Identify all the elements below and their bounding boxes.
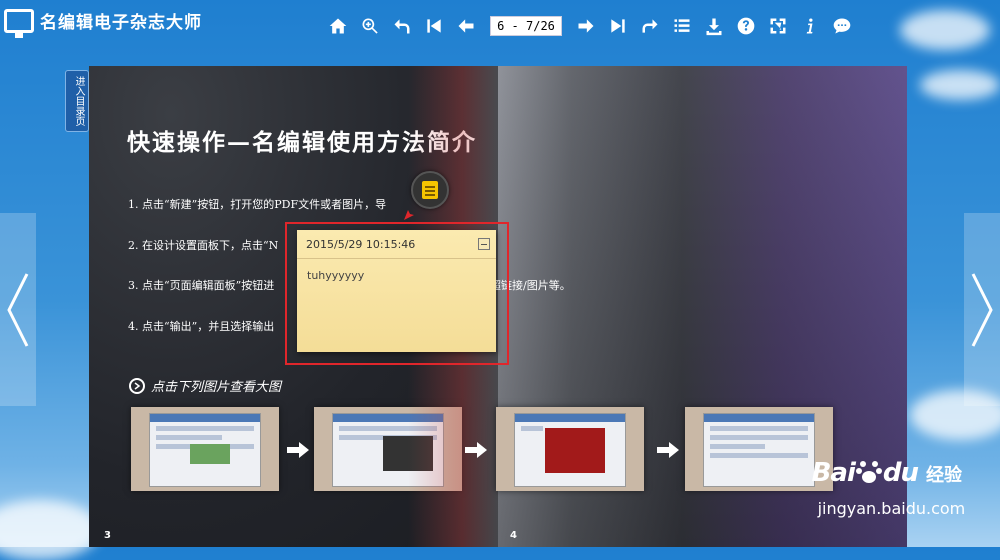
info-button[interactable] [794,10,826,42]
subheading-text: 点击下列图片查看大图 [151,380,282,395]
step-3: 3. 点击“页面编辑面板”按钮进 [128,279,275,292]
note-timestamp: 2015/5/29 10:15:46 [306,237,416,251]
watermark-product: 经验 [926,465,962,486]
home-icon [329,18,347,34]
info-icon [806,18,813,34]
note-content[interactable]: tuhyyyyyy [297,259,496,292]
watermark-brand-left: Bai [811,458,856,488]
zoom-in-button[interactable] [354,10,386,42]
screenshot-thumbnail[interactable] [314,407,462,491]
comment-icon [833,18,851,34]
last-page-button[interactable] [602,10,634,42]
note-header: 2015/5/29 10:15:46 [297,230,496,259]
toolbar-buttons: 6 - 7/26 [322,10,858,42]
subheading: 点击下列图片查看大图 [129,376,281,395]
screenshot-thumbnail[interactable] [496,407,644,491]
share-icon [642,19,658,33]
minimize-icon[interactable] [478,238,490,250]
zoom-in-icon [362,18,378,34]
download-icon [706,18,722,36]
chevron-right-icon [971,272,993,347]
step-4: 4. 点击“输出”，并且选择输出 [128,320,275,333]
next-page-side-arrow[interactable] [964,213,1000,406]
page-indicator-input[interactable]: 6 - 7/26 [490,16,562,36]
cloud-decoration [0,500,100,560]
download-button[interactable] [698,10,730,42]
toc-list-icon [674,19,690,32]
cloud-decoration [920,70,1000,100]
back-button[interactable] [386,10,418,42]
arrow-right-icon [287,442,309,458]
chevron-left-icon [7,272,29,347]
app-title: 名编辑电子杂志大师 [40,13,202,33]
note-pointer-icon [404,198,422,220]
home-button[interactable] [322,10,354,42]
prev-page-button[interactable] [450,10,482,42]
first-page-icon [427,19,441,33]
toc-tab[interactable]: 进入目录页 [65,70,89,132]
help-button[interactable] [730,10,762,42]
prev-page-icon [458,19,474,33]
first-page-button[interactable] [418,10,450,42]
step-2: 2. 在设计设置面板下，点击“N [128,239,279,252]
arrow-right-icon [465,442,487,458]
comment-button[interactable] [826,10,858,42]
fullscreen-icon [770,18,786,34]
watermark-brand-right: du [882,458,919,488]
watermark-url: jingyan.baidu.com [817,499,966,518]
help-icon [737,17,755,35]
fullscreen-button[interactable] [762,10,794,42]
screenshot-thumbnail[interactable] [131,407,279,491]
top-toolbar: 名编辑电子杂志大师 6 - 7/26 [0,0,1000,52]
page-number-right: 4 [510,530,517,541]
sticky-note[interactable]: 2015/5/29 10:15:46 tuhyyyyyy [297,230,496,352]
prev-page-side-arrow[interactable] [0,213,36,406]
app-logo: 名编辑电子杂志大师 [4,8,202,38]
last-page-icon [611,19,625,33]
paw-icon [855,461,882,483]
monitor-icon [4,8,34,38]
arrow-circle-icon [129,377,145,394]
back-icon [394,19,410,34]
baidu-watermark: Bai du 经验 jingyan.baidu.com [811,457,966,518]
step-1: 1. 点击“新建”按钮，打开您的PDF文件或者图片，导 [128,198,387,211]
share-button[interactable] [634,10,666,42]
toc-list-button[interactable] [666,10,698,42]
next-page-button[interactable] [570,10,602,42]
notepad-icon [422,181,438,199]
page-title: 快速操作—名编辑使用方法简介 [127,129,477,156]
next-page-icon [578,19,594,33]
arrow-right-icon [657,442,679,458]
page-number-left: 3 [104,530,111,541]
